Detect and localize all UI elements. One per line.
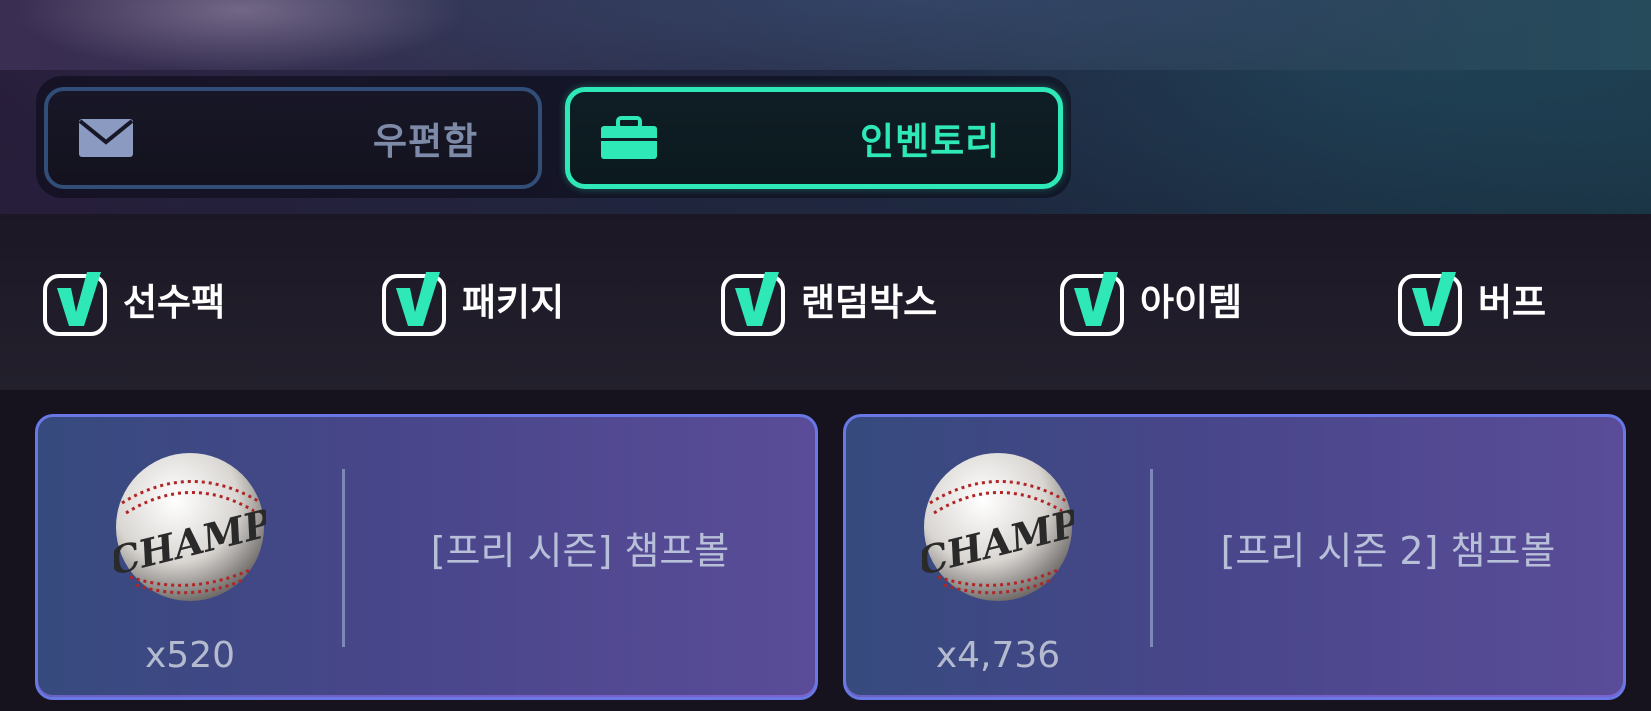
envelope-icon [78, 119, 134, 157]
filter-label: 선수팩 [123, 281, 226, 324]
filter-item[interactable]: 아이템 [1060, 260, 1242, 338]
filter-player-pack[interactable]: 선수팩 [43, 260, 225, 338]
item-name: [프리 시즌 2] 챔프볼 [1220, 528, 1556, 573]
checkbox-checked-icon[interactable] [1060, 260, 1126, 338]
filter-package[interactable]: 패키지 [382, 260, 564, 338]
background-banner [0, 0, 1651, 70]
champ-baseball-icon: CHAMP [922, 453, 1074, 601]
item-card[interactable]: CHAMP x520 [프리 시즌] 챔프볼 [35, 414, 818, 700]
filter-random-box[interactable]: 랜덤박스 [721, 260, 937, 338]
filter-buff[interactable]: 버프 [1398, 260, 1546, 338]
filter-label: 랜덤박스 [801, 281, 938, 324]
inventory-screen: 우편함 인벤토리 선수팩 패키지 랜덤박스 아이템 버프 CHAMP x520 … [0, 0, 1651, 711]
item-count: x4,736 [935, 635, 1061, 676]
tab-mailbox-label: 우편함 [373, 120, 479, 163]
checkbox-checked-icon[interactable] [43, 260, 109, 338]
checkbox-checked-icon[interactable] [721, 260, 787, 338]
tab-mailbox[interactable]: 우편함 [44, 87, 542, 189]
filter-label: 버프 [1478, 281, 1547, 324]
item-card[interactable]: CHAMP x4,736 [프리 시즌 2] 챔프볼 [843, 414, 1626, 700]
tab-inventory[interactable]: 인벤토리 [565, 87, 1063, 189]
checkbox-checked-icon[interactable] [1398, 260, 1464, 338]
item-name: [프리 시즌] 챔프볼 [430, 528, 730, 573]
filter-label: 패키지 [462, 281, 565, 324]
tab-inventory-label: 인벤토리 [860, 120, 1001, 163]
checkbox-checked-icon[interactable] [382, 260, 448, 338]
item-count: x520 [144, 635, 236, 676]
champ-baseball-icon: CHAMP [114, 453, 266, 601]
briefcase-icon [601, 116, 657, 159]
filter-label: 아이템 [1140, 281, 1243, 324]
